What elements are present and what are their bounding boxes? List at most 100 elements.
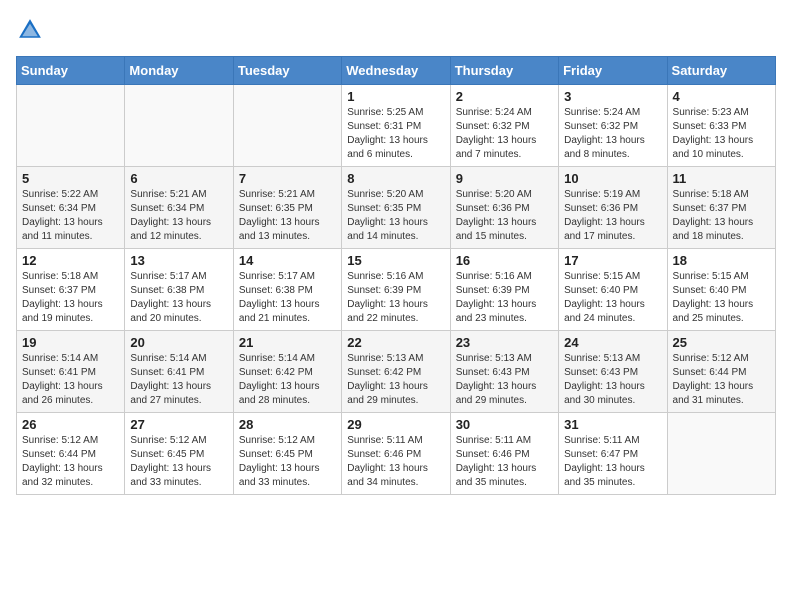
- day-cell: 17Sunrise: 5:15 AM Sunset: 6:40 PM Dayli…: [559, 249, 667, 331]
- day-number: 30: [456, 417, 553, 432]
- day-info: Sunrise: 5:17 AM Sunset: 6:38 PM Dayligh…: [130, 270, 227, 326]
- day-number: 24: [564, 335, 661, 350]
- col-header-thursday: Thursday: [450, 57, 558, 85]
- day-cell: 19 Sunrise: 5:14 AM Sunset: 6:41 PM Dayli…: [17, 331, 125, 413]
- day-number: 27: [130, 417, 227, 432]
- day-number: 11: [673, 171, 770, 186]
- day-number: 2: [456, 89, 553, 104]
- day-info: Sunrise: 5:18 AM Sunset: 6:37 PM Dayligh…: [673, 188, 770, 244]
- day-number: 10: [564, 171, 661, 186]
- col-header-wednesday: Wednesday: [342, 57, 450, 85]
- day-number: 18: [673, 253, 770, 268]
- logo: [16, 16, 48, 44]
- day-cell: 30 Sunrise: 5:11 AM Sunset: 6:46 PM Dayli…: [450, 413, 558, 495]
- day-cell: 6Sunrise: 5:21 AM Sunset: 6:34 PM Daylig…: [125, 167, 233, 249]
- day-info: Sunrise: 5:14 AM Sunset: 6:41 PM Dayligh…: [22, 352, 119, 408]
- day-cell: 12Sunrise: 5:18 AM Sunset: 6:37 PM Dayli…: [17, 249, 125, 331]
- day-cell: 28 Sunrise: 5:12 AM Sunset: 6:45 PM Dayli…: [233, 413, 341, 495]
- day-number: 4: [673, 89, 770, 104]
- day-cell: 15 Sunrise: 5:16 AM Sunset: 6:39 PM Dayli…: [342, 249, 450, 331]
- day-number: 3: [564, 89, 661, 104]
- day-cell: 14 Sunrise: 5:17 AM Sunset: 6:38 PM Dayli…: [233, 249, 341, 331]
- day-cell: 8Sunrise: 5:20 AM Sunset: 6:35 PM Daylig…: [342, 167, 450, 249]
- day-cell: 25 Sunrise: 5:12 AM Sunset: 6:44 PM Dayli…: [667, 331, 775, 413]
- day-info: Sunrise: 5:12 AM Sunset: 6:44 PM Dayligh…: [673, 352, 770, 408]
- day-info: Sunrise: 5:20 AM Sunset: 6:36 PM Dayligh…: [456, 188, 553, 244]
- day-cell: 13 Sunrise: 5:17 AM Sunset: 6:38 PM Dayli…: [125, 249, 233, 331]
- day-cell: 21 Sunrise: 5:14 AM Sunset: 6:42 PM Dayli…: [233, 331, 341, 413]
- day-info: Sunrise: 5:12 AM Sunset: 6:44 PM Dayligh…: [22, 434, 119, 490]
- day-info: Sunrise: 5:24 AM Sunset: 6:32 PM Dayligh…: [456, 106, 553, 162]
- week-row-2: 5 Sunrise: 5:22 AM Sunset: 6:34 PM Daylig…: [17, 167, 776, 249]
- day-info: Sunrise: 5:14 AM Sunset: 6:41 PM Dayligh…: [130, 352, 227, 408]
- page-header: [16, 16, 776, 44]
- day-info: Sunrise: 5:21 AM Sunset: 6:35 PM Dayligh…: [239, 188, 336, 244]
- calendar-header-row: SundayMondayTuesdayWednesdayThursdayFrid…: [17, 57, 776, 85]
- day-number: 14: [239, 253, 336, 268]
- col-header-monday: Monday: [125, 57, 233, 85]
- day-number: 9: [456, 171, 553, 186]
- col-header-friday: Friday: [559, 57, 667, 85]
- day-info: Sunrise: 5:11 AM Sunset: 6:46 PM Dayligh…: [347, 434, 444, 490]
- day-cell: 16 Sunrise: 5:16 AM Sunset: 6:39 PM Dayli…: [450, 249, 558, 331]
- day-cell: 2 Sunrise: 5:24 AM Sunset: 6:32 PM Daylig…: [450, 85, 558, 167]
- day-info: Sunrise: 5:16 AM Sunset: 6:39 PM Dayligh…: [347, 270, 444, 326]
- day-number: 7: [239, 171, 336, 186]
- day-number: 15: [347, 253, 444, 268]
- day-info: Sunrise: 5:17 AM Sunset: 6:38 PM Dayligh…: [239, 270, 336, 326]
- logo-icon: [16, 16, 44, 44]
- day-info: Sunrise: 5:25 AM Sunset: 6:31 PM Dayligh…: [347, 106, 444, 162]
- day-number: 5: [22, 171, 119, 186]
- day-number: 31: [564, 417, 661, 432]
- day-cell: 26 Sunrise: 5:12 AM Sunset: 6:44 PM Dayli…: [17, 413, 125, 495]
- day-cell: 20Sunrise: 5:14 AM Sunset: 6:41 PM Dayli…: [125, 331, 233, 413]
- day-cell: [125, 85, 233, 167]
- day-number: 8: [347, 171, 444, 186]
- day-number: 21: [239, 335, 336, 350]
- week-row-3: 12Sunrise: 5:18 AM Sunset: 6:37 PM Dayli…: [17, 249, 776, 331]
- col-header-sunday: Sunday: [17, 57, 125, 85]
- day-cell: 11 Sunrise: 5:18 AM Sunset: 6:37 PM Dayli…: [667, 167, 775, 249]
- day-info: Sunrise: 5:13 AM Sunset: 6:43 PM Dayligh…: [564, 352, 661, 408]
- day-info: Sunrise: 5:12 AM Sunset: 6:45 PM Dayligh…: [130, 434, 227, 490]
- day-number: 28: [239, 417, 336, 432]
- day-cell: 31Sunrise: 5:11 AM Sunset: 6:47 PM Dayli…: [559, 413, 667, 495]
- day-number: 13: [130, 253, 227, 268]
- day-cell: [233, 85, 341, 167]
- day-cell: 27 Sunrise: 5:12 AM Sunset: 6:45 PM Dayli…: [125, 413, 233, 495]
- day-info: Sunrise: 5:19 AM Sunset: 6:36 PM Dayligh…: [564, 188, 661, 244]
- day-number: 16: [456, 253, 553, 268]
- day-info: Sunrise: 5:16 AM Sunset: 6:39 PM Dayligh…: [456, 270, 553, 326]
- col-header-saturday: Saturday: [667, 57, 775, 85]
- day-info: Sunrise: 5:14 AM Sunset: 6:42 PM Dayligh…: [239, 352, 336, 408]
- day-cell: 9 Sunrise: 5:20 AM Sunset: 6:36 PM Daylig…: [450, 167, 558, 249]
- day-number: 12: [22, 253, 119, 268]
- day-info: Sunrise: 5:11 AM Sunset: 6:46 PM Dayligh…: [456, 434, 553, 490]
- day-cell: 22 Sunrise: 5:13 AM Sunset: 6:42 PM Dayli…: [342, 331, 450, 413]
- day-info: Sunrise: 5:24 AM Sunset: 6:32 PM Dayligh…: [564, 106, 661, 162]
- day-info: Sunrise: 5:15 AM Sunset: 6:40 PM Dayligh…: [673, 270, 770, 326]
- day-number: 19: [22, 335, 119, 350]
- day-info: Sunrise: 5:12 AM Sunset: 6:45 PM Dayligh…: [239, 434, 336, 490]
- day-number: 26: [22, 417, 119, 432]
- day-number: 23: [456, 335, 553, 350]
- day-number: 17: [564, 253, 661, 268]
- day-info: Sunrise: 5:13 AM Sunset: 6:42 PM Dayligh…: [347, 352, 444, 408]
- day-number: 6: [130, 171, 227, 186]
- day-cell: 24 Sunrise: 5:13 AM Sunset: 6:43 PM Dayli…: [559, 331, 667, 413]
- day-info: Sunrise: 5:13 AM Sunset: 6:43 PM Dayligh…: [456, 352, 553, 408]
- day-number: 25: [673, 335, 770, 350]
- col-header-tuesday: Tuesday: [233, 57, 341, 85]
- week-row-4: 19 Sunrise: 5:14 AM Sunset: 6:41 PM Dayli…: [17, 331, 776, 413]
- day-number: 29: [347, 417, 444, 432]
- day-cell: 10 Sunrise: 5:19 AM Sunset: 6:36 PM Dayli…: [559, 167, 667, 249]
- day-cell: 23 Sunrise: 5:13 AM Sunset: 6:43 PM Dayli…: [450, 331, 558, 413]
- day-number: 22: [347, 335, 444, 350]
- day-cell: 18 Sunrise: 5:15 AM Sunset: 6:40 PM Dayli…: [667, 249, 775, 331]
- day-cell: 4Sunrise: 5:23 AM Sunset: 6:33 PM Daylig…: [667, 85, 775, 167]
- day-cell: 1 Sunrise: 5:25 AM Sunset: 6:31 PM Daylig…: [342, 85, 450, 167]
- day-info: Sunrise: 5:22 AM Sunset: 6:34 PM Dayligh…: [22, 188, 119, 244]
- week-row-5: 26 Sunrise: 5:12 AM Sunset: 6:44 PM Dayli…: [17, 413, 776, 495]
- day-cell: 5 Sunrise: 5:22 AM Sunset: 6:34 PM Daylig…: [17, 167, 125, 249]
- day-number: 1: [347, 89, 444, 104]
